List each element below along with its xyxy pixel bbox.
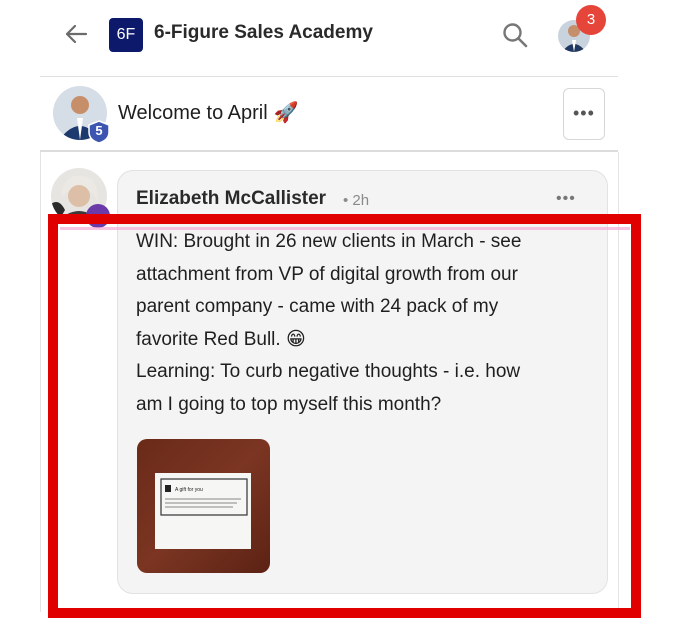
app-title[interactable]: 6-Figure Sales Academy (154, 22, 373, 44)
post-line: WIN: Brought in 26 new clients in March … (136, 231, 522, 252)
feed-right-border (618, 152, 619, 612)
post-time: • 2h (343, 192, 370, 209)
more-icon: ••• (573, 103, 595, 123)
attachment-image[interactable]: A gift for you (137, 439, 270, 573)
post-line: Learning: To curb negative thoughts - i.… (136, 361, 521, 382)
notification-badge[interactable]: 3 (576, 5, 606, 35)
post-menu-button[interactable]: ••• (556, 190, 576, 208)
feed-left-border (40, 152, 41, 612)
post-line: am I going to top myself this month? (136, 393, 442, 415)
channel-menu-button[interactable]: ••• (563, 88, 605, 140)
channel-divider (40, 150, 618, 152)
rocket-icon: 🚀 (273, 102, 299, 124)
search-icon[interactable] (501, 21, 529, 49)
post-body: WIN: Brought in 26 new clients in March … (136, 226, 596, 421)
header-divider (40, 76, 618, 77)
attachment-card-title: A gift for you (175, 487, 203, 493)
channel-title: Welcome to April 🚀 (118, 100, 299, 125)
author-name[interactable]: Elizabeth McCallister (136, 188, 326, 210)
channel-title-text: Welcome to April (118, 102, 268, 124)
post-line: parent company - came with 24 pack of my (136, 296, 499, 317)
post-line: attachment from VP of digital growth fro… (136, 263, 518, 285)
author-badge (86, 204, 110, 228)
level-badge-count: 5 (95, 123, 103, 138)
level-badge: 5 (87, 120, 111, 144)
app-logo[interactable]: 6F (109, 18, 143, 52)
top-bar: 6F 6-Figure Sales Academy 3 (0, 0, 688, 76)
post-line: favorite Red Bull. 😁 (136, 328, 306, 350)
back-arrow-icon[interactable] (62, 20, 90, 48)
overlay-stripe (60, 227, 630, 230)
